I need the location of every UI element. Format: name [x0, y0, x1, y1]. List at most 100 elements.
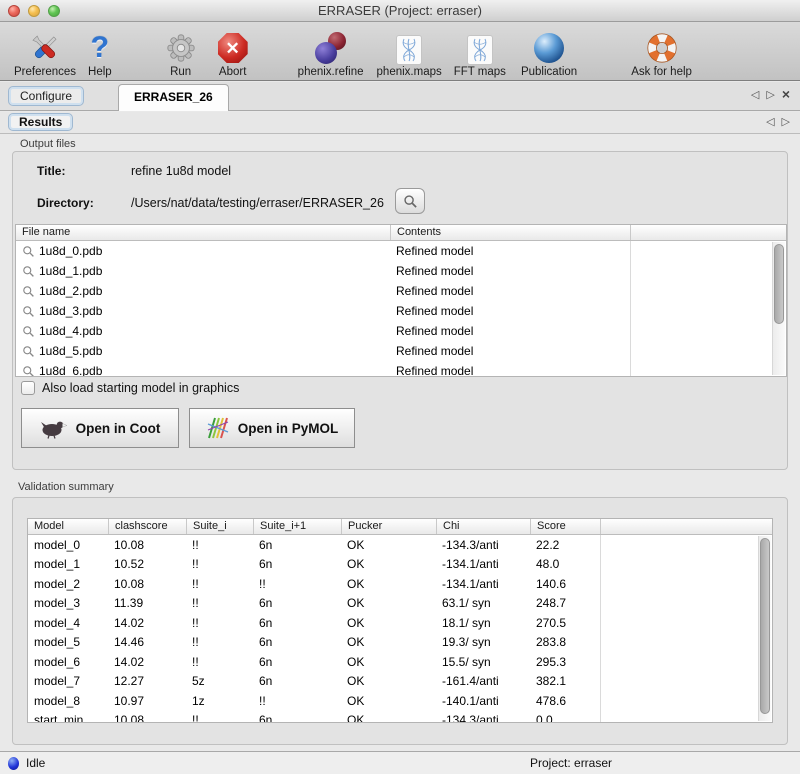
output-files-table: File name Contents 1u8d_0.pdbRefined mod…	[15, 224, 787, 377]
file-row[interactable]: 1u8d_0.pdbRefined model	[16, 241, 786, 261]
validation-row[interactable]: model_311.39!!6nOK63.1/ syn248.7	[28, 594, 772, 614]
file-contents: Refined model	[390, 344, 630, 358]
file-contents: Refined model	[390, 244, 630, 258]
app-window: ERRASER (Project: erraser) Preferences	[0, 0, 800, 774]
subtab-scroll-left-icon[interactable]: ◁	[766, 115, 774, 129]
column-header-suite-i1[interactable]: Suite_i+1	[253, 519, 341, 534]
toolbar-fft-maps-button[interactable]: FFT maps	[454, 22, 506, 78]
file-row-filler	[630, 241, 786, 261]
validation-row[interactable]: model_712.275z6nOK-161.4/anti382.1	[28, 672, 772, 692]
tab-configure[interactable]: Configure	[8, 86, 84, 106]
tab-scroll-right-icon[interactable]: ▷	[766, 88, 774, 102]
toolbar-publication-button[interactable]: Publication	[521, 22, 577, 78]
subtab-scroll-right-icon[interactable]: ▷	[782, 115, 790, 129]
file-row[interactable]: 1u8d_6.pdbRefined model	[16, 361, 786, 377]
column-header-suite-i[interactable]: Suite_i	[186, 519, 253, 534]
pucker-cell: OK	[341, 694, 436, 708]
open-in-coot-button[interactable]: Open in Coot	[21, 408, 179, 448]
tab-scroll-left-icon[interactable]: ◁	[751, 88, 759, 102]
pucker-cell: OK	[341, 674, 436, 688]
scrollbar-thumb[interactable]	[760, 538, 770, 714]
validation-row[interactable]: model_010.08!!6nOK-134.3/anti22.2	[28, 535, 772, 555]
window-title: ERRASER (Project: erraser)	[0, 3, 800, 18]
load-starting-model-checkbox[interactable]	[21, 381, 35, 395]
project-text: Project: erraser	[530, 756, 612, 770]
column-header-contents[interactable]: Contents	[390, 225, 630, 240]
column-header-score[interactable]: Score	[530, 519, 600, 534]
file-rows: 1u8d_0.pdbRefined model1u8d_1.pdbRefined…	[16, 241, 786, 377]
toolbar-phenix-maps-button[interactable]: phenix.maps	[377, 22, 442, 78]
suite-i-cell: !!	[186, 577, 253, 591]
model-cell: model_6	[28, 655, 108, 669]
validation-row[interactable]: model_110.52!!6nOK-134.1/anti48.0	[28, 555, 772, 575]
toolbar-label: Help	[88, 66, 112, 78]
model-cell: model_7	[28, 674, 108, 688]
file-row[interactable]: 1u8d_5.pdbRefined model	[16, 341, 786, 361]
toolbar-ask-for-help-button[interactable]: Ask for help	[631, 22, 692, 78]
chi-cell: 18.1/ syn	[436, 616, 530, 630]
model-cell: model_3	[28, 596, 108, 610]
tab-close-icon[interactable]: ×	[782, 88, 790, 102]
title-value: refine 1u8d model	[131, 164, 231, 178]
clashscore-cell: 10.08	[108, 538, 186, 552]
column-header-chi[interactable]: Chi	[436, 519, 530, 534]
score-cell: 140.6	[530, 577, 600, 591]
suite-i-cell: !!	[186, 616, 253, 630]
magnifier-icon	[403, 194, 418, 209]
toolbar-run-button[interactable]: Run	[166, 22, 196, 78]
question-icon: ?	[91, 31, 109, 65]
suite-i-cell: !!	[186, 538, 253, 552]
validation-row[interactable]: start_min10.08!!6nOK-134.3/anti0.0	[28, 711, 772, 724]
magnifier-icon	[22, 285, 35, 298]
clashscore-cell: 10.52	[108, 557, 186, 571]
model-cell: model_1	[28, 557, 108, 571]
file-table-scrollbar[interactable]	[772, 242, 785, 375]
column-header-model[interactable]: Model	[28, 519, 108, 534]
clashscore-cell: 14.46	[108, 635, 186, 649]
validation-row[interactable]: model_514.46!!6nOK19.3/ syn283.8	[28, 633, 772, 653]
status-bar: Idle Project: erraser	[0, 751, 800, 774]
validation-row[interactable]: model_210.08!!!!OK-134.1/anti140.6	[28, 574, 772, 594]
toolbar-label: phenix.refine	[298, 66, 364, 78]
file-row[interactable]: 1u8d_4.pdbRefined model	[16, 321, 786, 341]
score-cell: 270.5	[530, 616, 600, 630]
suite-i-cell: !!	[186, 713, 253, 723]
toolbar-help-button[interactable]: ? Help	[88, 22, 112, 78]
open-in-pymol-button[interactable]: Open in PyMOL	[189, 408, 355, 448]
pymol-ribbon-icon	[206, 416, 230, 440]
chi-cell: -140.1/anti	[436, 694, 530, 708]
column-header-file-name[interactable]: File name	[16, 225, 390, 240]
toolbar-label: Abort	[219, 66, 247, 78]
status-indicator-icon	[8, 757, 19, 770]
tab-results[interactable]: Results	[8, 113, 73, 131]
toolbar-abort-button[interactable]: ✕ Abort	[218, 22, 248, 78]
suite-i1-cell: 6n	[253, 674, 341, 688]
validation-table-header: Model clashscore Suite_i Suite_i+1 Pucke…	[28, 519, 772, 535]
validation-row-filler	[600, 652, 772, 672]
file-contents: Refined model	[390, 364, 630, 377]
model-cell: model_8	[28, 694, 108, 708]
validation-row[interactable]: model_810.971z!!OK-140.1/anti478.6	[28, 691, 772, 711]
model-cell: model_5	[28, 635, 108, 649]
column-header-pucker[interactable]: Pucker	[341, 519, 436, 534]
file-row[interactable]: 1u8d_2.pdbRefined model	[16, 281, 786, 301]
tab-erraser-26[interactable]: ERRASER_26	[118, 84, 229, 111]
score-cell: 248.7	[530, 596, 600, 610]
scrollbar-thumb[interactable]	[774, 244, 784, 324]
validation-table-scrollbar[interactable]	[758, 536, 771, 721]
toolbar: Preferences ? Help Run	[0, 22, 800, 81]
file-row[interactable]: 1u8d_3.pdbRefined model	[16, 301, 786, 321]
toolbar-phenix-refine-button[interactable]: phenix.refine	[298, 22, 364, 78]
validation-row[interactable]: model_414.02!!6nOK18.1/ syn270.5	[28, 613, 772, 633]
load-starting-model-checkbox-row: Also load starting model in graphics	[21, 381, 239, 395]
browse-directory-button[interactable]	[395, 188, 425, 214]
toolbar-label: phenix.maps	[377, 66, 442, 78]
clashscore-cell: 10.08	[108, 577, 186, 591]
toolbar-preferences-button[interactable]: Preferences	[14, 22, 76, 78]
subtab-nav-controls: ◁ ▷	[766, 115, 790, 129]
column-header-clashscore[interactable]: clashscore	[108, 519, 186, 534]
magnifier-icon	[22, 245, 35, 258]
file-row-filler	[630, 361, 786, 377]
validation-row[interactable]: model_614.02!!6nOK15.5/ syn295.3	[28, 652, 772, 672]
file-row[interactable]: 1u8d_1.pdbRefined model	[16, 261, 786, 281]
